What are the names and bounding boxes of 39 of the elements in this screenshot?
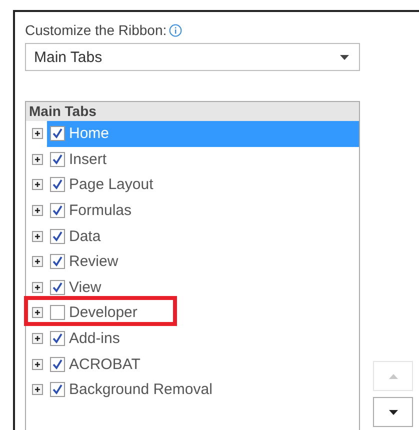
checkbox[interactable] [50,254,65,270]
expand-icon[interactable] [32,358,43,370]
expand-icon[interactable] [32,179,43,190]
expand-icon[interactable] [32,154,43,165]
checkbox[interactable] [50,152,65,167]
checkbox[interactable] [50,203,65,218]
checkbox[interactable] [50,382,65,398]
checkbox[interactable] [50,126,65,142]
tree-item[interactable]: Review [47,248,359,275]
expand-icon[interactable] [32,282,43,293]
expand-icon[interactable] [32,205,43,216]
checkbox[interactable] [50,356,65,372]
tree-header: Main Tabs [26,102,359,121]
tree-item[interactable]: Background Removal [47,376,359,403]
tree-item[interactable]: ACROBAT [47,351,359,377]
tree-item[interactable]: Insert [47,146,359,172]
expand-icon[interactable] [32,333,43,344]
checkbox[interactable] [50,305,65,320]
tree-item[interactable]: Formulas [47,198,359,224]
expand-icon[interactable] [32,384,43,396]
checkbox[interactable] [50,177,65,192]
checkbox[interactable] [50,228,65,244]
tree-item[interactable]: Developer [47,300,359,326]
down-arrow-icon [388,410,398,414]
info-icon [168,24,182,36]
tabs-dropdown[interactable]: Main Tabs [25,43,360,71]
section-label: Customize the Ribbon: [25,22,167,38]
expand-icon[interactable] [32,256,43,268]
checkbox[interactable] [50,331,65,346]
tree-item[interactable]: Add-ins [47,326,359,352]
expand-icon[interactable] [32,128,43,140]
dropdown-arrow-icon [340,54,349,60]
up-arrow-icon [388,374,398,378]
tree-item[interactable]: View [47,274,359,300]
tree-item[interactable]: Page Layout [47,172,359,198]
tree-item[interactable]: Data [47,223,359,249]
expand-icon[interactable] [32,307,43,318]
expand-icon[interactable] [32,230,43,242]
checkbox[interactable] [50,280,65,295]
